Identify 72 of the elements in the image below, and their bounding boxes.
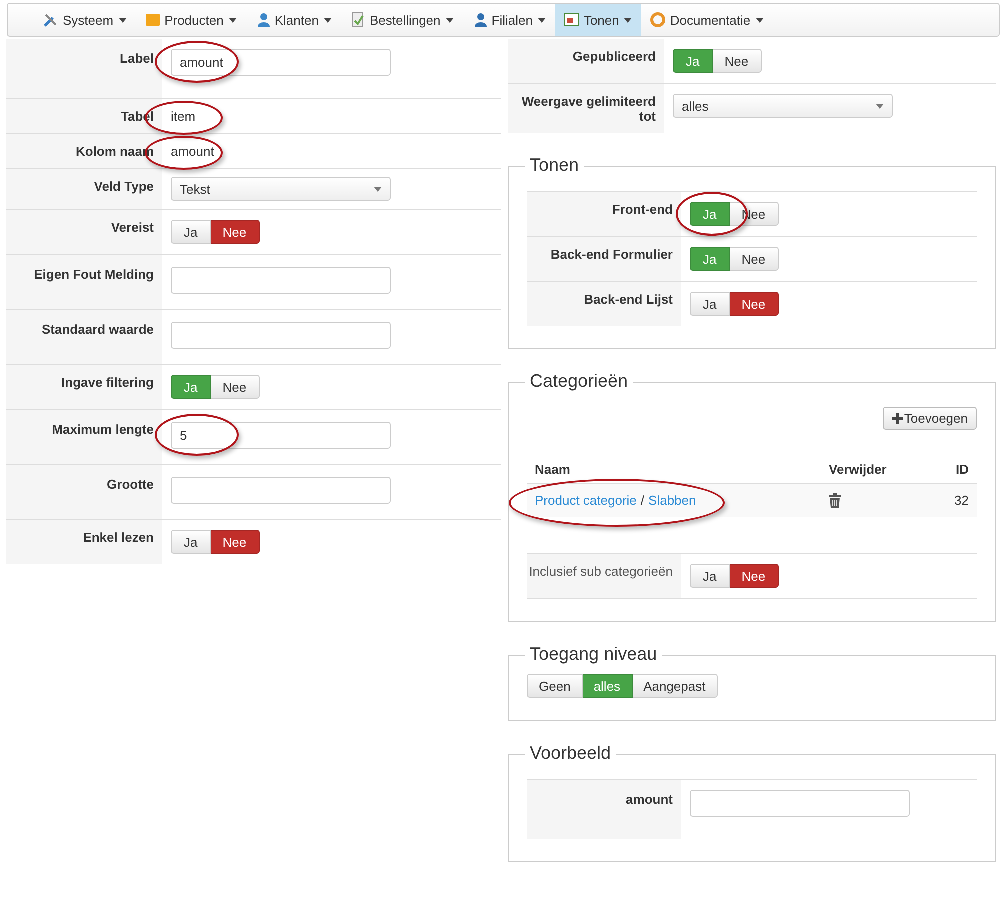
toggle-button[interactable]: Ja	[690, 564, 730, 588]
text-input[interactable]	[171, 477, 391, 504]
column-header: Verwijder	[829, 462, 888, 477]
table-cell-text: 32	[954, 493, 969, 508]
column-header: ID	[955, 462, 969, 477]
caret-icon	[228, 18, 237, 22]
toggle-button[interactable]: Nee	[730, 247, 779, 271]
text-input[interactable]	[171, 267, 391, 294]
window-icon	[564, 12, 580, 28]
menu-item[interactable]: Systeem	[34, 4, 136, 36]
category-link[interactable]: Product categorie	[535, 493, 637, 508]
plus-icon	[892, 413, 904, 424]
toggle-button[interactable]: Ja	[171, 220, 211, 244]
field-label: Enkel lezen	[6, 520, 162, 564]
section-title: Categorieën	[525, 371, 634, 392]
toggle-button[interactable]: Ja	[171, 530, 211, 554]
field-label: Eigen Fout Melding	[6, 255, 162, 309]
caret-icon	[118, 18, 127, 22]
field-label: Label	[6, 39, 162, 98]
field-value: amount	[171, 143, 214, 161]
caret-icon	[324, 18, 332, 22]
trash-icon[interactable]	[829, 493, 841, 508]
document-icon	[350, 12, 366, 28]
field-label: Weergave gelimiteerd tot	[508, 84, 664, 133]
caret-icon	[756, 18, 764, 22]
field-label: Back-end Lijst	[527, 282, 681, 326]
field-label: amount	[527, 780, 681, 839]
caret-icon	[538, 18, 546, 22]
toggle-button[interactable]: Nee	[210, 220, 260, 244]
caret-icon	[374, 186, 382, 192]
segment-button[interactable]: Geen	[527, 674, 583, 698]
text-input[interactable]	[690, 790, 910, 817]
caret-icon	[876, 104, 884, 108]
menu-item[interactable]: Documentatie	[641, 4, 773, 36]
field-label: Ingave filtering	[6, 365, 162, 409]
lifebuoy-icon	[650, 12, 666, 28]
field-label: Front-end	[527, 192, 681, 236]
caret-icon	[446, 18, 454, 22]
section-title: Toegang niveau	[525, 644, 662, 665]
field-label: Veld Type	[6, 169, 162, 209]
caret-icon	[624, 18, 632, 22]
toggle-button[interactable]: Nee	[210, 530, 260, 554]
select-dropdown[interactable]: Tekst	[171, 177, 391, 201]
field-label: Grootte	[6, 465, 162, 519]
select-dropdown[interactable]: alles	[673, 94, 893, 118]
column-header: Naam	[535, 462, 572, 477]
text-input[interactable]	[171, 322, 391, 349]
field-value: item	[171, 108, 196, 126]
menu-item[interactable]: Bestellingen	[340, 4, 463, 36]
toggle-button[interactable]: Nee	[730, 292, 779, 316]
field-label: Standaard waarde	[6, 310, 162, 364]
toggle-button[interactable]: Ja	[690, 292, 730, 316]
toggle-button[interactable]: Nee	[210, 375, 260, 399]
add-button[interactable]: Toevoegen	[883, 407, 977, 430]
menu-item[interactable]: Klanten	[246, 4, 341, 36]
segment-button[interactable]: Aangepast	[632, 674, 718, 698]
field-label: Maximum lengte	[6, 410, 162, 464]
text-input[interactable]: amount	[171, 49, 391, 76]
field-label: Gepubliceerd	[508, 39, 664, 83]
category-link[interactable]: Slabben	[648, 493, 696, 508]
path-separator: /	[640, 493, 645, 508]
field-label: Inclusief sub categorieën	[527, 554, 681, 598]
field-label: Vereist	[6, 210, 162, 254]
text-input[interactable]: 5	[171, 422, 391, 449]
menu-item[interactable]: Filialen	[462, 4, 555, 36]
menu-item[interactable]: Tonen	[554, 4, 642, 36]
menu-item[interactable]: Producten	[136, 4, 246, 36]
toggle-button[interactable]: Nee	[730, 564, 779, 588]
tools-icon	[43, 12, 59, 28]
folder-icon	[144, 12, 161, 28]
toggle-button[interactable]: Nee	[712, 49, 762, 73]
field-label: Back-end Formulier	[527, 237, 681, 281]
